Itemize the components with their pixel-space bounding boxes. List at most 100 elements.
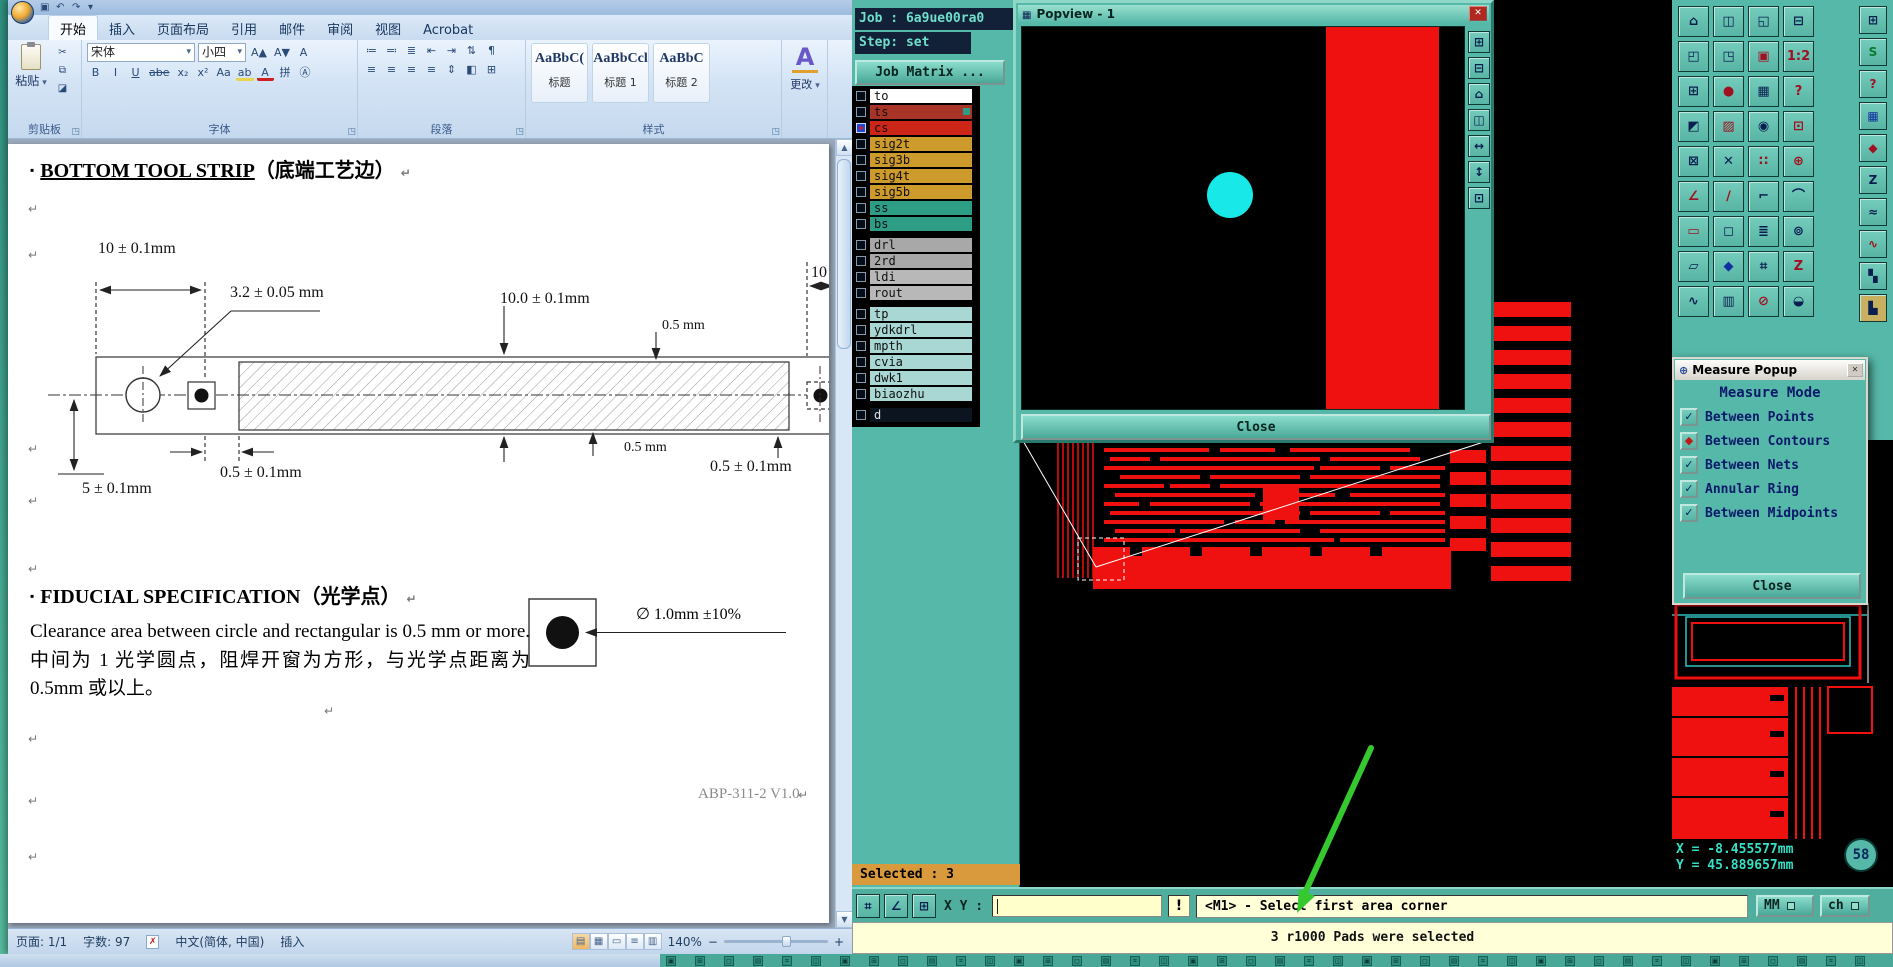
layer-name[interactable]: mpth — [870, 339, 972, 353]
scroll-down-icon[interactable]: ▼ — [836, 911, 852, 928]
taskbar-tool-icon[interactable]: ⌗ — [1304, 955, 1314, 966]
layer-row-tp[interactable]: tp — [856, 307, 980, 321]
layer-checkbox[interactable] — [856, 91, 866, 101]
taskbar-tool-icon[interactable]: ◻ — [1768, 955, 1778, 966]
style-card[interactable]: AaBbC 标题 2 — [653, 43, 710, 103]
cad-tool-icon[interactable]: ◉ — [1748, 111, 1779, 142]
zoom-in-icon[interactable]: + — [834, 935, 844, 949]
paragraph-tool-icon[interactable]: ≡ — [363, 62, 380, 78]
layer-name[interactable]: dwk1 — [870, 371, 972, 385]
ribbon-tab-引用[interactable]: 引用 — [220, 16, 268, 40]
font-tool-icon[interactable]: x₂ — [175, 65, 192, 81]
font-tool-icon[interactable]: I — [107, 65, 124, 81]
mode-icon[interactable]: ✓ — [1680, 456, 1698, 474]
layer-row-ts[interactable]: ts — [856, 105, 980, 119]
mode-icon[interactable]: ✓ — [1680, 408, 1698, 426]
layer-checkbox[interactable] — [856, 187, 866, 197]
cad-tool-icon[interactable]: S — [1859, 38, 1887, 66]
cad-tool-icon[interactable]: ⊘ — [1748, 286, 1779, 317]
layer-row-sig2t[interactable]: sig2t — [856, 137, 980, 151]
taskbar-tool-icon[interactable]: ◫ — [811, 955, 821, 966]
font-tool-icon[interactable]: 拼 — [277, 65, 294, 81]
style-card[interactable]: AaBbCcl 标题 1 — [592, 43, 649, 103]
cad-tool-icon[interactable]: ◱ — [1748, 6, 1779, 37]
popview-close-button[interactable]: Close — [1021, 414, 1491, 440]
scroll-up-icon[interactable]: ▲ — [836, 139, 852, 156]
taskbar-tool-icon[interactable]: ◫ — [1333, 955, 1343, 966]
layer-row-d[interactable]: d — [856, 408, 980, 422]
popview-zoom-icon[interactable]: ⊡ — [1468, 187, 1490, 209]
cad-tool-icon[interactable]: ∿ — [1859, 230, 1887, 258]
popview-zoom-icon[interactable]: ◫ — [1468, 109, 1490, 131]
units-dropdown[interactable]: MM — [1756, 895, 1814, 917]
taskbar-tool-icon[interactable]: ⌗ — [782, 955, 792, 966]
taskbar-tool-icon[interactable]: ▤ — [927, 955, 937, 966]
cad-tool-icon[interactable]: ▱ — [1678, 251, 1709, 282]
taskbar-tool-icon[interactable]: ▤ — [1623, 955, 1633, 966]
popview-canvas[interactable] — [1021, 26, 1465, 410]
layer-row-biaozhu[interactable]: biaozhu — [856, 387, 980, 401]
cad-tool-icon[interactable]: ▙ — [1859, 294, 1887, 322]
cad-tool-icon[interactable]: ⊚ — [1783, 216, 1814, 247]
cad-tool-icon[interactable]: ◆ — [1713, 251, 1744, 282]
layer-name[interactable]: to — [870, 89, 972, 103]
layer-name[interactable]: sig4t — [870, 169, 972, 183]
layer-row-ldi[interactable]: ldi — [856, 270, 980, 284]
cad-tool-icon[interactable]: ● — [1713, 76, 1744, 107]
taskbar-tool-icon[interactable]: ◫ — [1855, 955, 1865, 966]
layer-checkbox[interactable] — [856, 288, 866, 298]
layer-checkbox[interactable] — [856, 309, 866, 319]
measure-titlebar[interactable]: ⊕ Measure Popup ✕ — [1675, 360, 1865, 380]
cad-tool-icon[interactable]: ◳ — [1713, 41, 1744, 72]
cad-tool-icon[interactable]: Z — [1859, 166, 1887, 194]
popview-zoom-icon[interactable]: ⌂ — [1468, 83, 1490, 105]
taskbar-tool-icon[interactable]: ◻ — [898, 955, 908, 966]
taskbar-tool-icon[interactable]: ◫ — [985, 955, 995, 966]
cad-tool-icon[interactable]: ◆ — [1859, 134, 1887, 162]
taskbar-tool-icon[interactable]: ⊞ — [1217, 955, 1227, 966]
cad-tool-icon[interactable]: ◩ — [1678, 111, 1709, 142]
font-size-tool-icon[interactable]: A▼ — [272, 45, 292, 61]
ribbon-tab-Acrobat[interactable]: Acrobat — [412, 20, 484, 40]
styles-dialog-launcher[interactable]: ◳ — [771, 127, 780, 137]
paragraph-tool-icon[interactable]: ≣ — [403, 43, 420, 59]
paragraph-tool-icon[interactable]: ⇥ — [443, 43, 460, 59]
layer-name[interactable]: ydkdrl — [870, 323, 972, 337]
measure-close-icon[interactable]: ✕ — [1847, 363, 1863, 377]
paragraph-tool-icon[interactable]: ⊞ — [483, 62, 500, 78]
layer-row-sig3b[interactable]: sig3b — [856, 153, 980, 167]
cad-tool-icon[interactable]: ▚ — [1859, 262, 1887, 290]
cad-tool-icon[interactable]: ▦ — [1859, 102, 1887, 130]
layer-name[interactable]: cs — [870, 121, 972, 135]
layer-row-mpth[interactable]: mpth — [856, 339, 980, 353]
ribbon-tab-邮件[interactable]: 邮件 — [268, 16, 316, 40]
taskbar-tool-icon[interactable]: ◫ — [1681, 955, 1691, 966]
command-tool-icon[interactable]: ⊞ — [912, 894, 936, 918]
cad-tool-icon[interactable]: ⌐ — [1748, 181, 1779, 212]
office-button[interactable] — [11, 1, 34, 24]
layer-checkbox[interactable] — [856, 107, 866, 117]
taskbar-tool-icon[interactable]: ▣ — [1188, 955, 1198, 966]
layer-checkbox[interactable] — [856, 139, 866, 149]
zoom-slider[interactable] — [723, 936, 828, 947]
layer-checkbox[interactable] — [856, 171, 866, 181]
font-tool-icon[interactable]: Ⓐ — [297, 65, 314, 81]
paragraph-tool-icon[interactable]: ≡ — [423, 62, 440, 78]
font-size-tool-icon[interactable]: A▲ — [249, 45, 269, 61]
font-dialog-launcher[interactable]: ◳ — [347, 127, 356, 137]
layer-row-ydkdrl[interactable]: ydkdrl — [856, 323, 980, 337]
mode-icon[interactable]: ✓ — [1680, 480, 1698, 498]
layer-row-bs[interactable]: bs — [856, 217, 980, 231]
zoom-slider-thumb[interactable] — [781, 936, 791, 947]
layer-name[interactable]: biaozhu — [870, 387, 972, 401]
layer-name[interactable]: ss — [870, 201, 972, 215]
font-tool-icon[interactable]: B — [87, 65, 104, 81]
layer-name[interactable]: sig5b — [870, 185, 972, 199]
cad-tool-icon[interactable]: ∕ — [1713, 181, 1744, 212]
taskbar-tool-icon[interactable]: ▣ — [1362, 955, 1372, 966]
paragraph-tool-icon[interactable]: ≔ — [363, 43, 380, 59]
taskbar-tool-icon[interactable]: ⌗ — [1130, 955, 1140, 966]
cad-tool-icon[interactable]: ▥ — [1713, 286, 1744, 317]
font-size-select[interactable]: 小四 ▾ — [198, 43, 246, 62]
zoom-level[interactable]: 140% — [668, 935, 702, 949]
